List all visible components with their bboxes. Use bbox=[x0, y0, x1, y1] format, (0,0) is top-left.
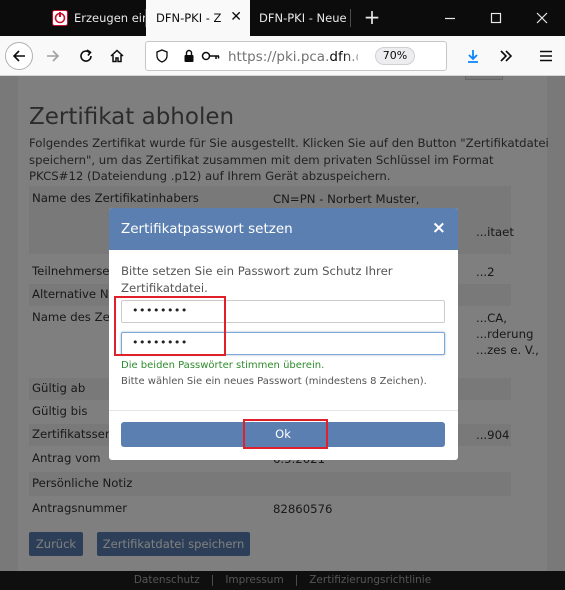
overflow-button[interactable] bbox=[492, 42, 520, 70]
tab-close-icon[interactable]: ✕ bbox=[230, 10, 242, 24]
menu-button[interactable] bbox=[532, 42, 560, 70]
hamburger-menu-icon bbox=[540, 50, 552, 62]
ok-button-highlight bbox=[243, 419, 328, 449]
downloads-button[interactable] bbox=[459, 42, 487, 70]
home-icon bbox=[110, 49, 124, 63]
dialog-divider bbox=[109, 410, 458, 411]
arrow-left-icon bbox=[12, 50, 25, 62]
tab-dfn-pki-neue[interactable]: DFN-PKI - Neue bbox=[251, 0, 349, 36]
tab-label: Erzeugen ein bbox=[74, 11, 145, 25]
new-tab-icon[interactable]: + bbox=[360, 5, 384, 29]
minimize-icon[interactable] bbox=[427, 0, 473, 36]
tab-bar: Erzeugen ein DFN-PKI - Zü ✕ DFN-PKI - Ne… bbox=[0, 0, 565, 36]
lock-icon[interactable] bbox=[183, 49, 195, 63]
zoom-indicator[interactable]: 70% bbox=[375, 47, 415, 65]
maximize-icon[interactable] bbox=[473, 0, 519, 36]
url-prefix: https://pki.pca. bbox=[228, 49, 330, 65]
forward-button[interactable] bbox=[39, 42, 67, 70]
home-button[interactable] bbox=[103, 42, 131, 70]
url-text[interactable]: https://pki.pca.dfn.de/o bbox=[228, 49, 358, 65]
reload-icon bbox=[80, 49, 92, 62]
dialog-header: Zertifikatpasswort setzen × bbox=[109, 208, 458, 250]
dfn-favicon-icon bbox=[52, 10, 68, 26]
back-button[interactable] bbox=[5, 42, 33, 70]
arrow-right-icon bbox=[47, 50, 60, 62]
close-icon[interactable]: × bbox=[432, 218, 446, 238]
close-window-icon[interactable] bbox=[519, 0, 565, 36]
tab-label: DFN-PKI - Neue bbox=[259, 11, 347, 25]
dialog-instruction: Bitte setzen Sie ein Passwort zum Schutz… bbox=[121, 264, 393, 295]
chevron-double-right-icon bbox=[500, 50, 513, 62]
password-hint: Bitte wählen Sie ein neues Passwort (min… bbox=[121, 376, 427, 387]
dialog-title: Zertifikatpasswort setzen bbox=[121, 221, 293, 237]
reload-button[interactable] bbox=[72, 42, 100, 70]
tab-divider bbox=[350, 9, 351, 27]
url-fade bbox=[342, 46, 366, 66]
password-match-message: Die beiden Passwörter stimmen überein. bbox=[121, 360, 325, 371]
url-bar[interactable]: https://pki.pca.dfn.de/o 70% bbox=[145, 41, 447, 71]
navigation-bar: https://pki.pca.dfn.de/o 70% bbox=[0, 36, 565, 76]
password-fields-highlight bbox=[114, 296, 226, 356]
tab-erzeugen[interactable]: Erzeugen ein bbox=[45, 0, 145, 36]
key-icon[interactable] bbox=[201, 50, 221, 62]
screenshot: Erzeugen ein DFN-PKI - Zü ✕ DFN-PKI - Ne… bbox=[0, 0, 565, 590]
shield-icon[interactable] bbox=[155, 49, 169, 63]
download-icon bbox=[468, 50, 478, 63]
tab-dfn-pki-active[interactable]: DFN-PKI - Zü ✕ bbox=[146, 0, 250, 36]
tab-label: DFN-PKI - Zü bbox=[156, 11, 222, 25]
